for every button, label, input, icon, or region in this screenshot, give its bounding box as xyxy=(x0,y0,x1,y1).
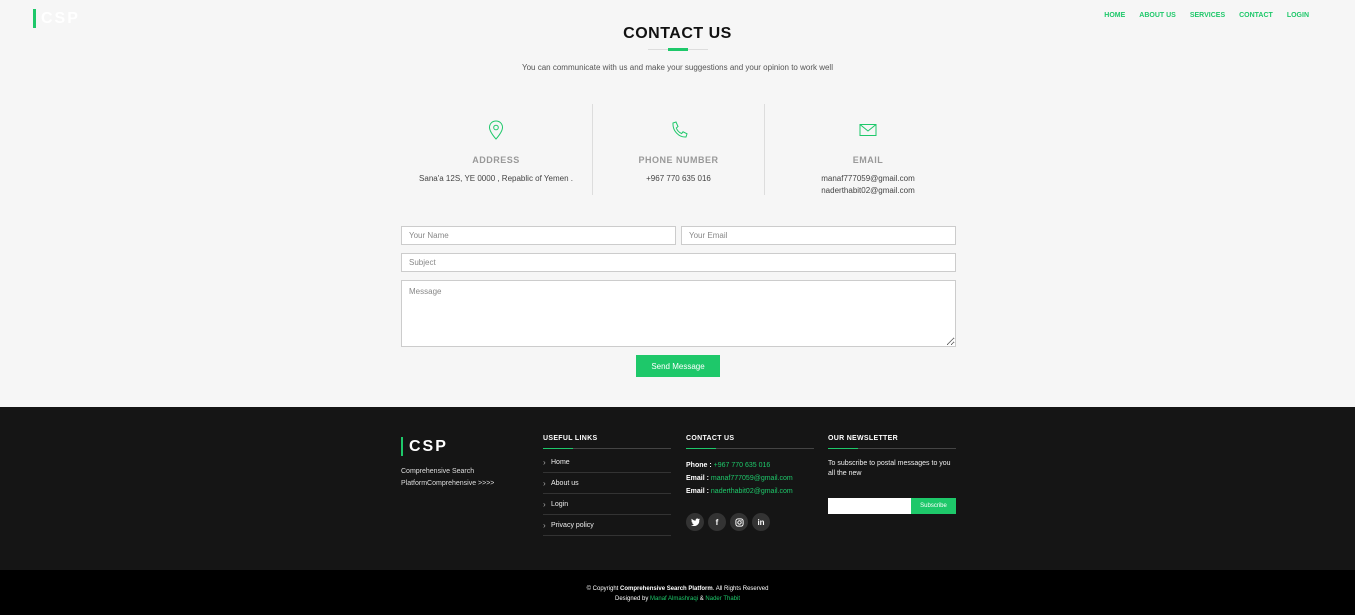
title-divider xyxy=(648,48,708,51)
address-block: ADDRESS Sana'a 12S, YE 0000 , Repablic o… xyxy=(401,104,591,195)
chevron-right-icon: › xyxy=(543,499,546,509)
phone-icon xyxy=(671,121,688,138)
footer-email-label: Email : xyxy=(686,475,709,482)
footer: CSP Comprehensive Search PlatformCompreh… xyxy=(0,407,1355,570)
footer-link-home[interactable]: › Home xyxy=(543,452,671,473)
designer-2-link[interactable]: Nader Thabit xyxy=(705,596,740,602)
nav-about-link[interactable]: ABOUT US xyxy=(1139,12,1176,19)
subject-input[interactable] xyxy=(401,253,956,272)
chevron-right-icon: › xyxy=(543,520,546,530)
footer-link-label: Login xyxy=(551,500,569,508)
designed-by-label: Designed by xyxy=(615,596,649,602)
address-value: Sana'a 12S, YE 0000 , Repablic of Yemen … xyxy=(419,174,573,183)
designer-1-link[interactable]: Manaf Almashraqi xyxy=(650,596,698,602)
useful-links-column: USEFUL LINKS › Home › About us › Login › Pri… xyxy=(543,435,671,536)
phone-block: PHONE NUMBER +967 770 635 016 xyxy=(592,104,765,195)
copyright-text: © Copyright Comprehensive Search Platfor… xyxy=(0,586,1355,592)
main-nav: HOME ABOUT US SERVICES CONTACT LOGIN xyxy=(1104,12,1309,19)
email-label: EMAIL xyxy=(852,155,884,165)
footer-link-about[interactable]: › About us xyxy=(543,473,671,494)
footer-link-label: Home xyxy=(551,458,570,466)
map-pin-icon xyxy=(488,120,504,140)
page-subtitle: You can communicate with us and make you… xyxy=(522,63,833,72)
nav-services-link[interactable]: SERVICES xyxy=(1190,12,1225,19)
phone-label: PHONE NUMBER xyxy=(638,155,719,165)
useful-links-title: USEFUL LINKS xyxy=(543,435,671,449)
footer-contact-title: CONTACT US xyxy=(686,435,814,449)
designer-separator: & xyxy=(699,596,704,602)
name-input[interactable] xyxy=(401,226,676,245)
footer-link-login[interactable]: › Login xyxy=(543,494,671,515)
page-title: CONTACT US xyxy=(623,25,732,42)
footer-email-label: Email : xyxy=(686,488,709,495)
copyright-bar: © Copyright Comprehensive Search Platfor… xyxy=(0,570,1355,615)
newsletter-text: To subscribe to postal messages to you a… xyxy=(828,460,951,477)
footer-phone: Phone : +967 770 635 016 xyxy=(686,459,814,472)
copyright-name: Comprehensive Search Platform xyxy=(620,586,713,592)
footer-phone-label: Phone : xyxy=(686,462,712,469)
nav-home-link[interactable]: HOME xyxy=(1104,12,1125,19)
email-value-2: naderthabit02@gmail.com xyxy=(821,186,915,195)
newsletter-title: OUR NEWSLETTER xyxy=(828,435,956,449)
footer-logo[interactable]: CSP xyxy=(401,437,448,456)
nav-login-link[interactable]: LOGIN xyxy=(1287,12,1309,19)
email-input[interactable] xyxy=(681,226,956,245)
message-textarea[interactable] xyxy=(401,280,956,347)
subscribe-button[interactable]: Subscribe xyxy=(911,498,956,514)
footer-description: Comprehensive Search PlatformComprehensi… xyxy=(401,468,495,487)
address-label: ADDRESS xyxy=(472,155,520,165)
facebook-icon[interactable]: f xyxy=(708,513,726,531)
footer-email-2: Email : naderthabit02@gmail.com xyxy=(686,485,814,498)
footer-link-label: Privacy policy xyxy=(551,521,594,529)
footer-link-privacy[interactable]: › Privacy policy xyxy=(543,515,671,536)
send-message-button[interactable]: Send Message xyxy=(636,355,720,377)
copyright-prefix: © Copyright xyxy=(586,586,619,592)
linkedin-icon[interactable]: in xyxy=(752,513,770,531)
newsletter-form: Subscribe xyxy=(828,498,956,514)
phone-value: +967 770 635 016 xyxy=(646,174,711,183)
footer-email-value[interactable]: manaf777059@gmail.com xyxy=(711,475,793,482)
email-values: manaf777059@gmail.com naderthabit02@gmai… xyxy=(766,173,970,197)
social-links: f in xyxy=(686,513,814,531)
footer-contact-column: CONTACT US Phone : +967 770 635 016 Emai… xyxy=(686,435,814,531)
email-block: EMAIL manaf777059@gmail.com naderthabit0… xyxy=(766,104,970,195)
footer-email-1: Email : manaf777059@gmail.com xyxy=(686,472,814,485)
nav-contact-link[interactable]: CONTACT xyxy=(1239,12,1273,19)
footer-email-value[interactable]: naderthabit02@gmail.com xyxy=(711,488,793,495)
newsletter-email-input[interactable] xyxy=(828,498,911,514)
email-value-1: manaf777059@gmail.com xyxy=(821,174,915,183)
footer-link-label: About us xyxy=(551,479,579,487)
chevron-right-icon: › xyxy=(543,478,546,488)
chevron-right-icon: › xyxy=(543,457,546,467)
copyright-suffix: . All Rights Reserved xyxy=(712,586,769,592)
twitter-icon[interactable] xyxy=(686,513,704,531)
newsletter-column: OUR NEWSLETTER To subscribe to postal me… xyxy=(828,435,956,514)
envelope-icon xyxy=(859,124,877,136)
designed-by-text: Designed by Manaf Almashraqi & Nader Tha… xyxy=(0,596,1355,602)
footer-phone-value: +967 770 635 016 xyxy=(713,462,771,469)
instagram-icon[interactable] xyxy=(730,513,748,531)
